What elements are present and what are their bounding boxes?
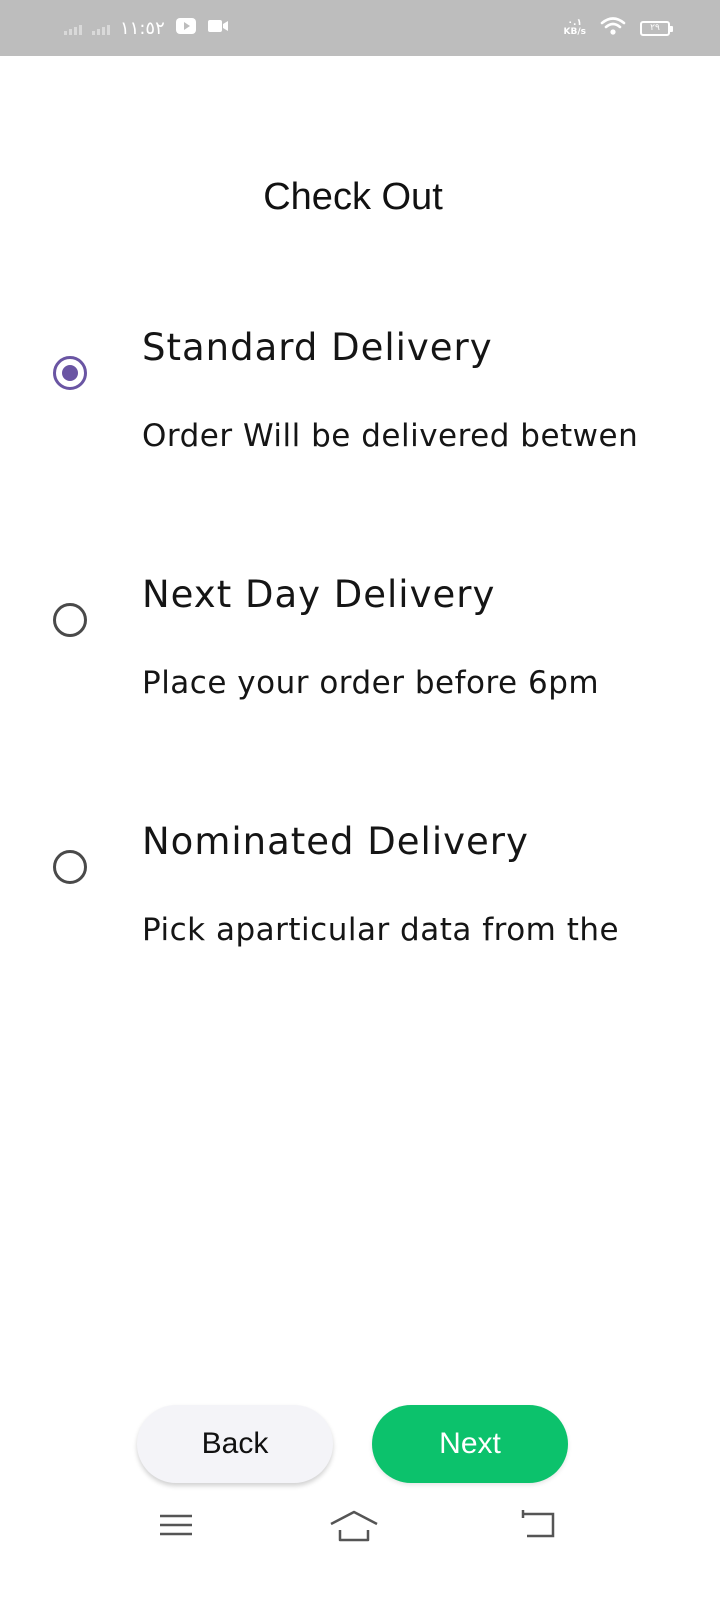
network-speed-unit: KB/s — [563, 27, 586, 37]
system-navigation-bar — [0, 1500, 720, 1560]
page-title: Check Out — [263, 176, 443, 218]
video-camera-icon — [207, 18, 229, 38]
signal-icon — [64, 21, 82, 35]
youtube-icon — [175, 17, 197, 39]
radio-button-icon[interactable] — [53, 603, 87, 637]
status-bar-left: ١١:٥٢ — [64, 14, 229, 42]
radio-button-icon[interactable] — [53, 850, 87, 884]
wifi-icon — [600, 16, 626, 40]
radio-button-selected-icon[interactable] — [53, 356, 87, 390]
delivery-option-nominated[interactable]: Nominated Delivery Pick aparticular data… — [0, 814, 720, 984]
status-time: ١١:٥٢ — [120, 17, 165, 39]
signal-icon — [92, 21, 110, 35]
back-icon[interactable] — [519, 1508, 557, 1546]
option-title: Nominated Delivery — [142, 820, 529, 863]
network-speed: ٠.١ KB/s — [564, 19, 586, 37]
option-description: Pick aparticular data from the — [142, 912, 620, 948]
battery-icon: ٢٩ — [640, 20, 673, 36]
option-description: Order Will be delivered betwen — [142, 418, 639, 454]
delivery-option-standard[interactable]: Standard Delivery Order Will be delivere… — [0, 320, 720, 490]
next-button[interactable]: Next — [372, 1405, 568, 1483]
option-title: Next Day Delivery — [142, 573, 496, 616]
back-button[interactable]: Back — [137, 1405, 333, 1483]
option-description: Place your order before 6pm — [142, 665, 600, 701]
delivery-option-next-day[interactable]: Next Day Delivery Place your order befor… — [0, 567, 720, 737]
status-bar: ١١:٥٢ ٠.١ KB/s ٢٩ — [0, 0, 720, 56]
option-title: Standard Delivery — [142, 326, 493, 369]
home-icon[interactable] — [329, 1508, 379, 1548]
status-bar-right: ٠.١ KB/s ٢٩ — [564, 14, 673, 42]
menu-icon[interactable] — [158, 1508, 194, 1546]
